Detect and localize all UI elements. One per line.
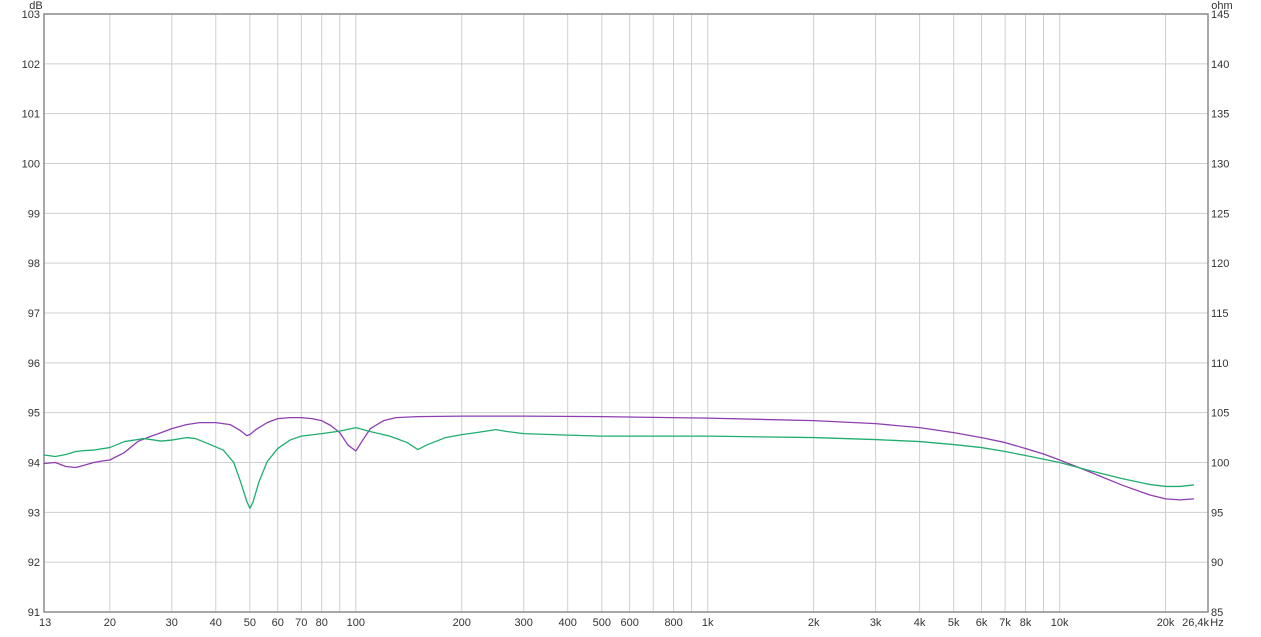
- label-layer: 91 8592 9093 9594 10095 10596 11097 11598 12099 1…: [22, 0, 1233, 629]
- y-left-tick-label: 102: [22, 59, 40, 71]
- x-tick-label: 60: [272, 617, 284, 629]
- x-tick-label: 5k: [948, 617, 960, 629]
- grid-layer: [44, 13, 1208, 613]
- y-right-tick-label: 90: [1211, 557, 1223, 569]
- x-tick-label: 40: [210, 617, 222, 629]
- x-tick-label: 1k: [702, 617, 714, 629]
- y-right-tick-label: 130: [1211, 159, 1229, 171]
- x-tick-label: 500: [593, 617, 611, 629]
- y-left-tick-label: 99: [28, 208, 40, 220]
- series-line-2: [43, 426, 1195, 510]
- x-tick-label: 80: [316, 617, 328, 629]
- y-left-tick-label: 95: [28, 408, 40, 420]
- x-tick-label: 100: [347, 617, 365, 629]
- x-tick-label: 30: [166, 617, 178, 629]
- y-left-tick-label: 101: [22, 109, 40, 121]
- y-right-tick-label: 105: [1211, 408, 1229, 420]
- y-right-tick-label: 115: [1211, 308, 1229, 320]
- y-right-tick-label: 120: [1211, 258, 1229, 270]
- x-tick-label: 400: [559, 617, 577, 629]
- y-right-tick-label: 110: [1211, 358, 1229, 370]
- y-right-tick-label: 100: [1211, 458, 1229, 470]
- y-left-tick-label: 92: [28, 557, 40, 569]
- y-right-tick-label: 125: [1211, 208, 1229, 220]
- x-tick-label: 2k: [808, 617, 820, 629]
- y-left-tick-label: 100: [22, 159, 40, 171]
- x-tick-label: 7k: [999, 617, 1011, 629]
- chart-svg: 91 8592 9093 9594 10095 10596 11097 11598 12099 1…: [22, 0, 1233, 629]
- y-left-tick-label: 96: [28, 358, 40, 370]
- y-right-unit-label: ohm: [1211, 0, 1232, 12]
- y-right-tick-label: 95: [1211, 507, 1223, 519]
- x-tick-label: 8k: [1020, 617, 1032, 629]
- y-right-tick-label: 135: [1211, 109, 1229, 121]
- y-left-tick-label: 94: [28, 458, 40, 470]
- x-tick-label: 3k: [870, 617, 882, 629]
- x-tick-label: 50: [244, 617, 256, 629]
- x-tick-label: 300: [515, 617, 533, 629]
- x-tick-label: 200: [453, 617, 471, 629]
- y-left-tick-label: 98: [28, 258, 40, 270]
- x-tick-label: 6k: [976, 617, 988, 629]
- x-tick-label: 600: [620, 617, 638, 629]
- x-tick-label: 20: [104, 617, 116, 629]
- x-tick-label: 13: [39, 617, 51, 629]
- x-unit-label: Hz: [1210, 617, 1223, 629]
- x-tick-label: 26,4k: [1182, 617, 1209, 629]
- x-tick-label: 800: [664, 617, 682, 629]
- y-left-tick-label: 93: [28, 507, 40, 519]
- y-left-tick-label: 97: [28, 308, 40, 320]
- x-tick-label: 20k: [1157, 617, 1175, 629]
- series-line-1: [43, 415, 1195, 501]
- x-tick-label: 70: [295, 617, 307, 629]
- y-left-unit-label: dB: [29, 0, 42, 12]
- y-right-tick-label: 140: [1211, 59, 1229, 71]
- frequency-response-chart: 91 85 92 90 93 95 94 100 95 105 96 110 97 115 98 120 99 1…: [0, 0, 1261, 632]
- x-tick-label: 4k: [914, 617, 926, 629]
- x-tick-label: 10k: [1051, 617, 1069, 629]
